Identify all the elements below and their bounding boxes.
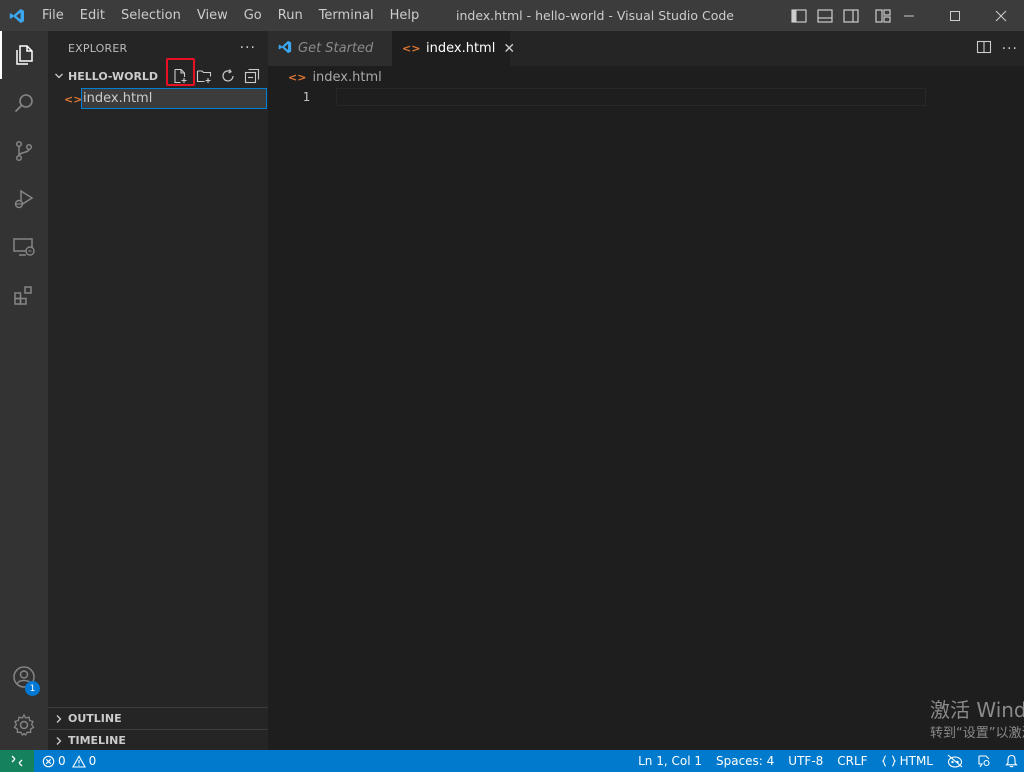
menu-view[interactable]: View [189,0,236,31]
source-control-icon[interactable] [0,127,48,175]
new-folder-icon[interactable] [193,65,214,87]
window-controls [886,0,1024,31]
html-file-icon: <> [402,42,421,55]
manage-gear-icon[interactable] [0,701,48,749]
timeline-section[interactable]: TIMELINE [48,729,268,751]
current-line-highlight [336,88,926,106]
maximize-icon[interactable] [932,0,978,31]
language-label: HTML [899,754,933,768]
chevron-right-icon [54,736,68,746]
breadcrumb: <> index.html [268,66,1024,88]
tree-item-rename[interactable]: <> [48,88,268,110]
editor-actions: ··· [976,31,1018,66]
chevron-down-icon [54,71,68,81]
accounts-icon[interactable]: 1 [0,653,48,701]
more-actions-icon[interactable]: ··· [240,40,256,56]
outline-label: OUTLINE [68,712,122,725]
problems-indicator[interactable]: 0 0 [42,754,96,768]
minimap[interactable] [926,88,1024,750]
feedback-icon[interactable] [977,754,991,768]
breadcrumb-item[interactable]: index.html [312,70,381,85]
search-icon[interactable] [0,79,48,127]
tab-label: index.html [426,41,496,56]
remote-indicator-icon[interactable] [0,750,34,772]
menu-file[interactable]: File [34,0,72,31]
timeline-label: TIMELINE [68,734,126,747]
error-count: 0 [58,754,66,768]
cursor-position[interactable]: Ln 1, Col 1 [638,754,702,768]
code-editor[interactable]: 1 [268,88,1024,750]
close-icon[interactable]: ✕ [503,41,515,57]
activation-watermark-text: 转到“设置”以激活 Windows。 [930,726,1024,741]
html-file-icon: <> [288,70,307,84]
activity-bar: 1 [0,31,48,750]
collapse-all-icon[interactable] [241,65,262,87]
toggle-secondary-sidebar-icon[interactable] [840,5,862,27]
menu-selection[interactable]: Selection [113,0,189,31]
vscode-logo-icon [0,0,34,31]
language-mode[interactable]: HTML [881,754,933,768]
line-number: 1 [302,90,310,104]
explorer-icon[interactable] [0,31,48,79]
remote-explorer-icon[interactable] [0,223,48,271]
menu-bar: File Edit Selection View Go Run Terminal… [34,0,427,31]
status-bar: 0 0 Ln 1, Col 1 Spaces: 4 UTF-8 CRLF HTM… [0,750,1024,772]
warning-count: 0 [88,754,97,768]
editor-tabs: Get Started <> index.html ✕ ··· [268,31,1024,66]
notifications-bell-icon[interactable] [1005,754,1018,768]
folder-name: HELLO-WORLD [68,69,159,83]
accounts-badge: 1 [25,681,40,696]
toggle-primary-sidebar-icon[interactable] [788,5,810,27]
tab-get-started[interactable]: Get Started [268,31,392,66]
title-bar: File Edit Selection View Go Run Terminal… [0,0,1024,31]
encoding[interactable]: UTF-8 [788,754,823,768]
tab-label: Get Started [298,41,374,56]
folder-header[interactable]: HELLO-WORLD [48,58,268,87]
close-window-icon[interactable] [978,0,1024,31]
chevron-right-icon [54,714,68,724]
more-actions-icon[interactable]: ··· [1002,41,1018,57]
sidebar-title: EXPLORER [68,41,128,55]
html-file-icon: <> [64,92,83,106]
braces-icon [881,755,896,767]
tab-index-html[interactable]: <> index.html ✕ [392,31,515,66]
minimize-icon[interactable] [886,0,932,31]
vscode-logo-icon [278,40,292,58]
rename-input[interactable] [81,88,267,109]
indentation[interactable]: Spaces: 4 [716,754,774,768]
extensions-icon[interactable] [0,271,48,319]
activation-watermark-title: 激活 Windows [930,698,1024,722]
window-title: index.html - hello-world - Visual Studio… [455,8,734,23]
split-editor-icon[interactable] [976,39,992,59]
menu-go[interactable]: Go [236,0,270,31]
new-file-highlight-box [166,58,195,86]
menu-run[interactable]: Run [270,0,311,31]
menu-terminal[interactable]: Terminal [311,0,382,31]
status-right: Ln 1, Col 1 Spaces: 4 UTF-8 CRLF HTML [638,750,1018,772]
outline-section[interactable]: OUTLINE [48,707,268,729]
copilot-icon[interactable] [947,754,963,768]
menu-edit[interactable]: Edit [72,0,113,31]
layout-controls [788,0,894,31]
refresh-icon[interactable] [217,65,238,87]
error-icon [42,755,55,767]
warning-icon [71,754,86,768]
toggle-panel-icon[interactable] [814,5,836,27]
end-of-line[interactable]: CRLF [837,754,867,768]
explorer-sidebar: EXPLORER ··· HELLO-WORLD <> index.html O… [48,31,268,750]
sidebar-header: EXPLORER ··· [48,31,268,65]
run-debug-icon[interactable] [0,175,48,223]
